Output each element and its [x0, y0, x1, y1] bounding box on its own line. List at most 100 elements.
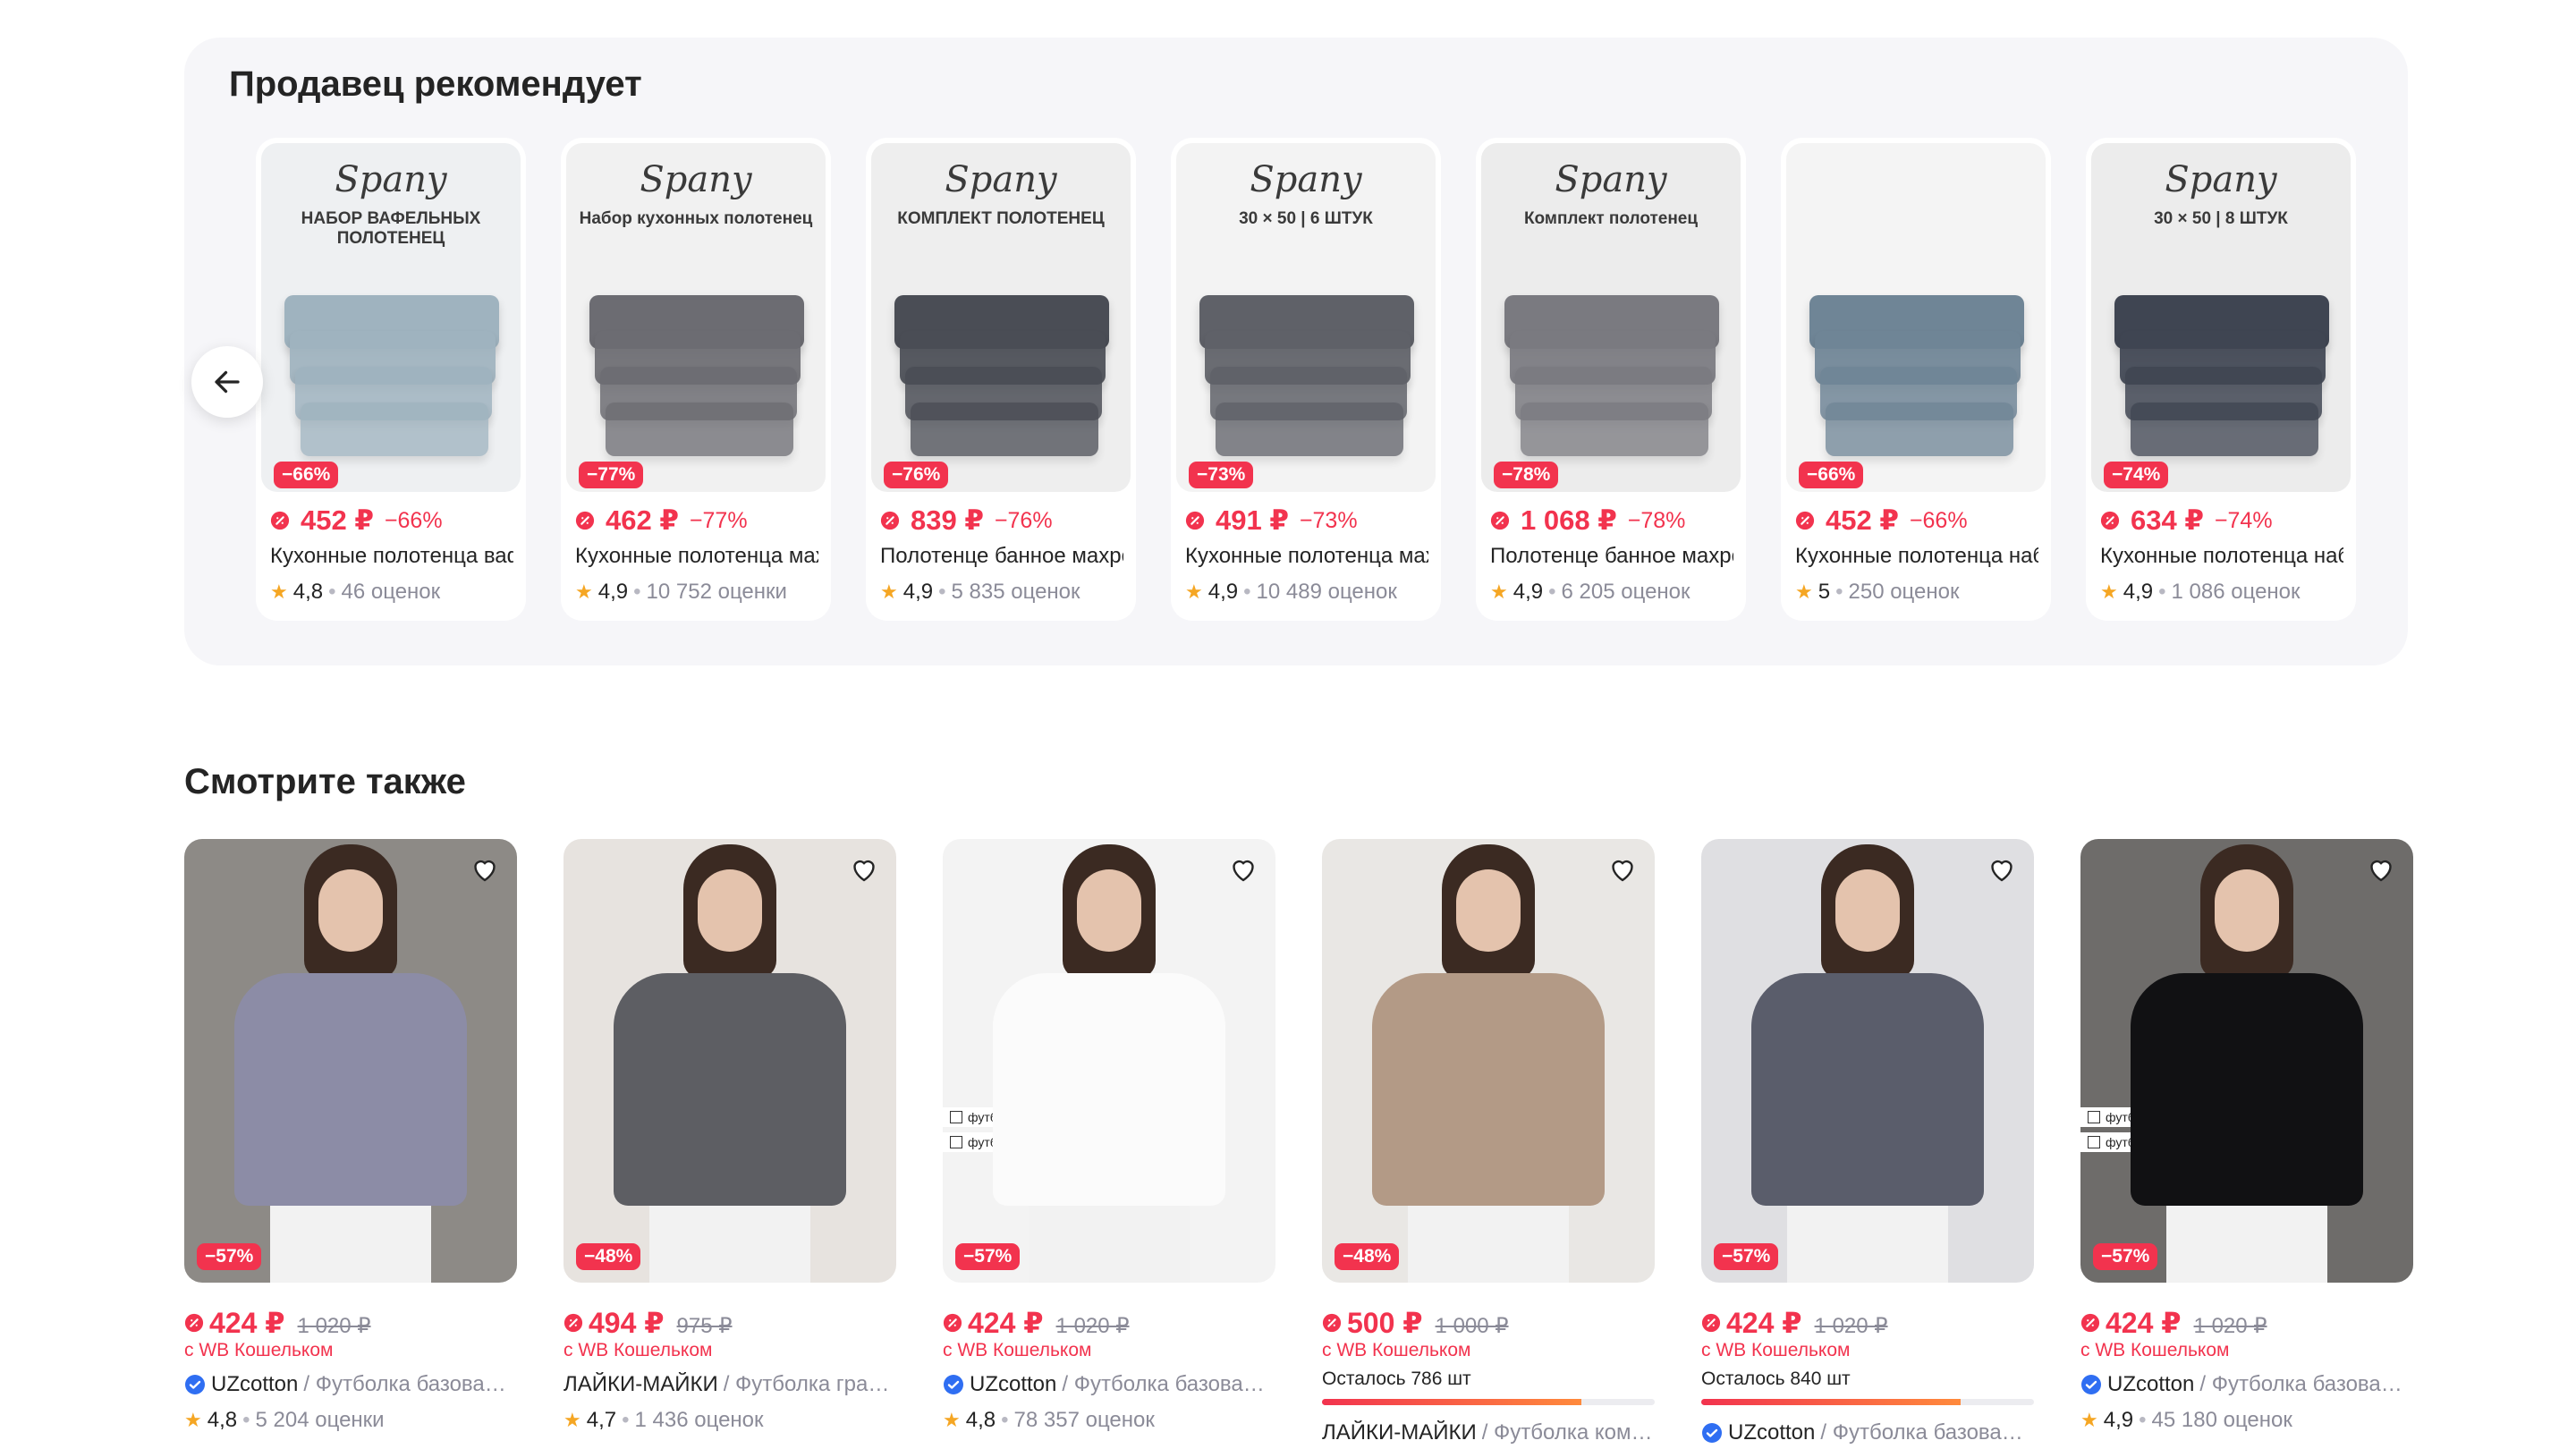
favorite-button[interactable] [2361, 850, 2401, 889]
separator-dot: • [938, 580, 946, 604]
price: 424 ₽ [943, 1306, 1044, 1340]
product-card[interactable]: футболка прямого кроя футболка А-силуэт … [2080, 839, 2413, 1447]
pants-shape [1408, 1197, 1569, 1283]
product-image[interactable]: Spany КОМПЛЕКТ ПОЛОТЕНЕЦ −76% [871, 143, 1131, 492]
checkbox-icon [950, 1136, 962, 1148]
tshirt-shape [234, 973, 467, 1206]
favorite-button[interactable] [1224, 850, 1263, 889]
seller-line[interactable]: UZcotton / Футболка базовая оверсайз [2080, 1372, 2413, 1397]
product-image[interactable]: футболка прямого кроя футболка А-силуэт … [2080, 839, 2413, 1283]
discount-badge: −66% [1799, 462, 1864, 488]
stock-left: Осталось 786 шт [1322, 1368, 1471, 1389]
section-title: Продавец рекомендует [229, 64, 642, 104]
product-name[interactable]: Полотенце банное махровое [880, 544, 1123, 569]
separator-dot: • [622, 1408, 630, 1432]
brand-logo: Spany [945, 159, 1057, 200]
product-name: / Футболка базовая оверсайз [1062, 1372, 1275, 1396]
rating: ★ 4,9 • 1 086 оценок [2100, 580, 2301, 605]
discount-badge: −78% [1494, 462, 1559, 488]
pants-shape [1787, 1197, 1948, 1283]
product-card[interactable]: −57% 424 ₽ 1 020 ₽ с WB Кошельком UZcott… [184, 839, 517, 1447]
product-image[interactable]: Spany 30 × 50 | 6 ШТУК −73% [1176, 143, 1436, 492]
seller-line[interactable]: UZcotton / Футболка базовая оверсайз [1701, 1420, 2034, 1445]
brand-name: UZcotton [2107, 1372, 2195, 1396]
recommended-product-card[interactable]: Spany НАБОР ВАФЕЛЬНЫХ ПОЛОТЕНЕЦ −66% 452… [256, 138, 526, 621]
star-icon: ★ [943, 1409, 961, 1431]
recommended-product-card[interactable]: Spany Набор кухонных полотенец −77% 462 … [561, 138, 831, 621]
product-name[interactable]: Кухонные полотенца набор [1795, 544, 2038, 569]
towel-shape [1826, 402, 2013, 456]
product-card[interactable]: −48% 494 ₽ 975 ₽ с WB Кошельком ЛАЙКИ-МА… [564, 839, 896, 1447]
heart-icon [474, 860, 496, 882]
rating-value: 4,9 [1208, 580, 1239, 604]
towel-shape [1521, 402, 1708, 456]
separator-dot: • [328, 580, 336, 604]
product-image[interactable]: −48% [564, 839, 896, 1283]
heart-icon [1233, 860, 1254, 882]
recommended-product-card[interactable]: −66% 452 ₽ −66% Кухонные полотенца набор… [1781, 138, 2051, 621]
sale-badge-icon [564, 1313, 583, 1333]
favorite-button[interactable] [1603, 850, 1642, 889]
stock-left: Осталось 840 шт [1701, 1368, 1851, 1389]
price: 452 ₽ [1826, 504, 1899, 536]
reviews-count: 250 оценок [1848, 580, 1960, 604]
rating: ★ 4,9 • 10 752 оценки [575, 580, 787, 605]
price-discount: −74% [2214, 507, 2273, 533]
star-icon: ★ [1795, 580, 1813, 603]
product-image[interactable]: футболка прямого кроя футболка А-силуэт … [943, 839, 1275, 1283]
heart-icon [1612, 860, 1633, 882]
favorite-button[interactable] [1982, 850, 2021, 889]
product-image[interactable]: Spany 30 × 50 | 8 ШТУК −74% [2091, 143, 2351, 492]
favorite-button[interactable] [844, 850, 884, 889]
product-image[interactable]: Spany Набор кухонных полотенец −77% [566, 143, 826, 492]
seller-line[interactable]: ЛАЙКИ-МАЙКИ / Футболка граненая [564, 1372, 896, 1397]
verified-icon [2081, 1375, 2101, 1394]
seller-line[interactable]: UZcotton / Футболка базовая оверсайз [943, 1372, 1275, 1397]
towel-shape [2131, 402, 2318, 456]
seller-line[interactable]: UZcotton / Футболка базовая оверсайз [184, 1372, 517, 1397]
model-face [1835, 869, 1900, 952]
price: 839 ₽ [911, 504, 984, 536]
favorite-button[interactable] [465, 850, 504, 889]
brand-name: UZcotton [970, 1372, 1057, 1396]
discount-badge: −57% [1714, 1243, 1779, 1270]
recommended-product-card[interactable]: Spany 30 × 50 | 8 ШТУК −74% 634 ₽ −74% К… [2086, 138, 2356, 621]
verified-icon [185, 1375, 205, 1394]
recommended-product-card[interactable]: Spany КОМПЛЕКТ ПОЛОТЕНЕЦ −76% 839 ₽ −76%… [866, 138, 1136, 621]
product-name[interactable]: Кухонные полотенца махровые [575, 544, 818, 569]
sale-badge-icon [575, 511, 595, 530]
product-name[interactable]: Полотенце банное махровое [1490, 544, 1733, 569]
product-image[interactable]: −48% [1322, 839, 1655, 1283]
towel-shape [606, 402, 793, 456]
product-name[interactable]: Кухонные полотенца набор [2100, 544, 2343, 569]
star-icon: ★ [2080, 1409, 2098, 1431]
product-image[interactable]: −66% [1786, 143, 2046, 492]
product-name[interactable]: Кухонные полотенца вафельные [270, 544, 513, 569]
seller-recommends-section: Продавец рекомендует Spany НАБОР ВАФЕЛЬН… [184, 38, 2408, 665]
rating-value: 4,9 [2123, 580, 2154, 604]
price-discount: −66% [384, 507, 443, 533]
product-image[interactable]: −57% [184, 839, 517, 1283]
star-icon: ★ [270, 580, 288, 603]
product-image[interactable]: Spany Комплект полотенец −78% [1481, 143, 1741, 492]
sale-badge-icon [184, 1313, 204, 1333]
tshirt-shape [1751, 973, 1984, 1206]
sale-badge-icon [943, 1313, 962, 1333]
recommended-product-card[interactable]: Spany Комплект полотенец −78% 1 068 ₽ −7… [1476, 138, 1746, 621]
seller-line[interactable]: ЛАЙКИ-МАЙКИ / Футболка комфорт [1322, 1420, 1655, 1445]
product-card[interactable]: −57% 424 ₽ 1 020 ₽ с WB Кошельком Остало… [1701, 839, 2034, 1447]
towel-shape [1216, 402, 1403, 456]
carousel-prev-button[interactable] [191, 346, 263, 418]
sale-badge-icon [1490, 511, 1510, 530]
product-card[interactable]: −48% 500 ₽ 1 000 ₽ с WB Кошельком Остало… [1322, 839, 1655, 1447]
product-image[interactable]: −57% [1701, 839, 2034, 1283]
product-name[interactable]: Кухонные полотенца махровые [1185, 544, 1428, 569]
recommended-product-card[interactable]: Spany 30 × 50 | 6 ШТУК −73% 491 ₽ −73% К… [1171, 138, 1441, 621]
stock-progress-bar [1701, 1399, 2034, 1405]
old-price: 1 020 ₽ [1814, 1314, 1888, 1338]
product-card[interactable]: футболка прямого кроя футболка А-силуэт … [943, 839, 1275, 1447]
product-image[interactable]: Spany НАБОР ВАФЕЛЬНЫХ ПОЛОТЕНЕЦ −66% [261, 143, 521, 492]
image-caption: НАБОР ВАФЕЛЬНЫХ ПОЛОТЕНЕЦ [301, 209, 481, 248]
separator-dot: • [2158, 580, 2166, 604]
image-caption: Набор кухонных полотенец [579, 209, 813, 228]
